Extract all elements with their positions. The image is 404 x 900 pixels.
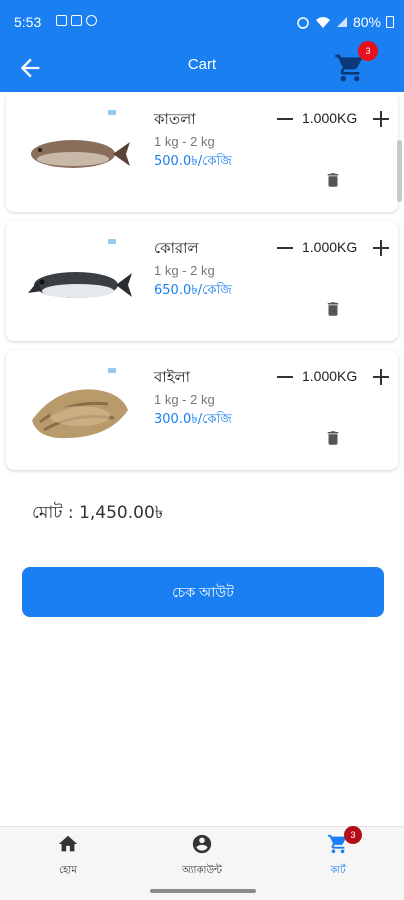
nav-cart-badge: 3 [344, 826, 362, 844]
delete-icon[interactable] [324, 170, 342, 190]
notification-icons [56, 15, 97, 26]
increase-quantity-button[interactable] [370, 237, 392, 259]
nav-label-account: অ্যাকাউন্ট [181, 865, 222, 876]
checkout-button[interactable]: চেক আউট [22, 567, 384, 617]
product-price: 300.0৳/কেজি [154, 412, 232, 427]
product-name: কোরাল [154, 239, 199, 257]
product-weight-range: 1 kg - 2 kg [154, 263, 215, 278]
product-weight-range: 1 kg - 2 kg [154, 134, 215, 149]
status-time: 5:53 [14, 14, 42, 30]
decrease-quantity-button[interactable] [274, 366, 296, 388]
app-bar: Cart [0, 44, 404, 92]
home-icon [58, 835, 78, 852]
battery-percent: 80% [352, 14, 381, 30]
gesture-bar [0, 884, 404, 900]
quantity-value: 1.000KG [302, 239, 358, 255]
nav-item-cart[interactable]: কার্ট [278, 833, 398, 880]
increase-quantity-button[interactable] [370, 366, 392, 388]
cart-item: কাতলা 1 kg - 2 kg 500.0৳/কেজি 1.000KG [6, 92, 398, 212]
system-icons: 80% [296, 14, 394, 30]
status-bar: 5:53 80% [0, 0, 404, 44]
nav-label-cart: কার্ট [330, 865, 346, 876]
product-name: বাইলা [154, 368, 191, 386]
alarm-icon [297, 17, 309, 29]
decrease-quantity-button[interactable] [274, 108, 296, 130]
product-name: কাতলা [154, 110, 196, 128]
decrease-quantity-button[interactable] [274, 237, 296, 259]
delete-icon[interactable] [324, 299, 342, 319]
home-indicator[interactable] [150, 889, 256, 893]
signal-icon [336, 17, 347, 27]
notification-icon [56, 15, 67, 26]
account-circle-icon [192, 834, 212, 854]
product-weight-range: 1 kg - 2 kg [154, 392, 215, 407]
quantity-value: 1.000KG [302, 110, 358, 126]
cart-item: বাইলা 1 kg - 2 kg 300.0৳/কেজি 1.000KG [6, 350, 398, 470]
product-image-baila [32, 368, 128, 439]
image-icon [71, 15, 82, 26]
messenger-icon [86, 15, 97, 26]
increase-quantity-button[interactable] [370, 108, 392, 130]
battery-icon [386, 16, 394, 28]
cart-total: মোট : 1,450.00৳ [32, 503, 164, 523]
product-image-katla [31, 110, 130, 168]
scrollbar[interactable] [397, 140, 402, 202]
delete-icon[interactable] [324, 428, 342, 448]
nav-label-home: হোম [59, 865, 77, 876]
nav-item-account[interactable]: অ্যাকাউন্ট [142, 833, 262, 880]
wifi-icon [315, 16, 330, 28]
product-price: 500.0৳/কেজি [154, 154, 232, 169]
product-price: 650.0৳/কেজি [154, 283, 232, 298]
product-image-koral [28, 239, 132, 298]
cart-item: কোরাল 1 kg - 2 kg 650.0৳/কেজি 1.000KG [6, 221, 398, 341]
cart-count-badge: 3 [358, 41, 378, 61]
nav-item-home[interactable]: হোম [8, 833, 128, 880]
quantity-value: 1.000KG [302, 368, 358, 384]
